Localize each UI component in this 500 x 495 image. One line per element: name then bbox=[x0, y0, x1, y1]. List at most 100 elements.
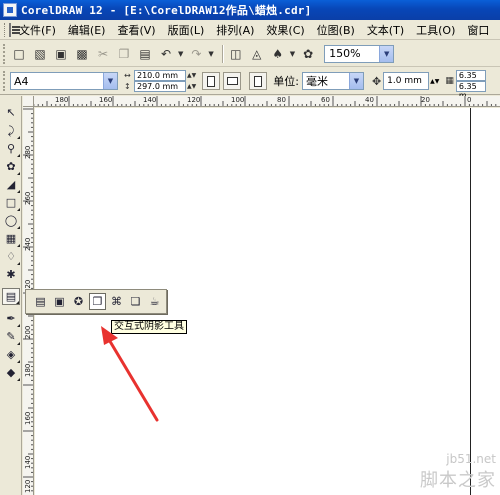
ruler-label-240: 240 bbox=[24, 237, 32, 251]
interactive-envelope-icon[interactable]: ⌘ bbox=[108, 293, 125, 310]
zoom-level-select[interactable]: 150% ▼ bbox=[324, 44, 395, 63]
menu-tools[interactable]: 工具(O) bbox=[416, 22, 455, 38]
standard-toolbar: □ ▧ ▣ ▩ ✂ ❐ ▤ ↶ ▼ ↷ ▼ ◫ ◬ ♠ ▼ ✿ 150% ▼ bbox=[0, 41, 500, 67]
property-bar: A4 ▼ ↔ 210.0 mm ▲▼ ↕ 297.0 mm ▲▼ 单位: 毫米 … bbox=[0, 68, 500, 100]
menu-effects[interactable]: 效果(C) bbox=[266, 22, 304, 38]
coreldraw-window: CorelDRAW 12 - [E:\CorelDRAW12作品\蜡烛.cdr]… bbox=[0, 0, 500, 495]
paper-type-value: A4 bbox=[14, 74, 29, 88]
pages-icon bbox=[254, 75, 263, 87]
nudge-distance-value: 1.0 mm bbox=[387, 76, 422, 86]
paper-height-field[interactable]: 297.0 mm bbox=[134, 81, 186, 92]
pick-tool-icon[interactable]: ↖ bbox=[2, 104, 20, 121]
height-icon: ↕ bbox=[124, 82, 131, 91]
coreldraw-app-icon[interactable] bbox=[3, 3, 17, 17]
ruler-label-80: 80 bbox=[277, 96, 286, 104]
chevron-down-icon[interactable]: ▼ bbox=[379, 45, 394, 62]
ruler-label-200: 200 bbox=[24, 325, 32, 339]
import-icon[interactable]: ◫ bbox=[227, 45, 245, 63]
duplicate-y-field[interactable]: 6.35 m bbox=[455, 81, 486, 100]
menu-bitmaps[interactable]: 位图(B) bbox=[317, 22, 355, 38]
undo-icon[interactable]: ↶ bbox=[157, 45, 175, 63]
width-icon: ↔ bbox=[124, 71, 131, 80]
print-icon[interactable]: ▩ bbox=[73, 45, 91, 63]
ruler-origin[interactable] bbox=[23, 96, 34, 107]
ruler-label-120: 120 bbox=[24, 479, 32, 493]
duplicate-x-field[interactable]: 6.35 m bbox=[455, 70, 486, 89]
portrait-button[interactable] bbox=[202, 72, 221, 90]
paste-icon[interactable]: ▤ bbox=[136, 45, 154, 63]
spin-arrows-icon[interactable]: ▲▼ bbox=[187, 83, 196, 90]
launcher-dropdown-icon[interactable]: ▼ bbox=[290, 50, 295, 58]
outline-tool-icon[interactable]: ✎ bbox=[2, 328, 20, 345]
duplicate-distance-fields: 6.35 m 6.35 m bbox=[455, 70, 486, 100]
zoom-tool-icon[interactable]: ⚲ bbox=[2, 140, 20, 157]
shape-tool-icon[interactable]: ⤸ bbox=[2, 122, 20, 139]
watermark: jb51.net 脚本之家 bbox=[420, 452, 496, 492]
landscape-button[interactable] bbox=[223, 72, 242, 90]
toolbar-grip[interactable] bbox=[3, 43, 7, 64]
ruler-label-20: 20 bbox=[421, 96, 430, 104]
menu-text[interactable]: 文本(T) bbox=[367, 22, 404, 38]
units-select[interactable]: 毫米 ▼ bbox=[301, 72, 364, 90]
document-menu-icon[interactable] bbox=[9, 22, 20, 37]
ruler-label-100: 100 bbox=[231, 96, 245, 104]
chevron-down-icon[interactable]: ▼ bbox=[348, 73, 363, 89]
menu-file[interactable]: 文件(F) bbox=[19, 22, 56, 38]
interactive-tools-flyout: ▤ ▣ ✪ ❐ ⌘ ❏ ☕ bbox=[25, 289, 167, 314]
cut-icon[interactable]: ✂ bbox=[94, 45, 112, 63]
spin-arrows-icon[interactable]: ▲▼ bbox=[187, 72, 196, 79]
menu-view[interactable]: 查看(V) bbox=[117, 22, 155, 38]
ruler-label-120: 120 bbox=[187, 96, 201, 104]
interactive-fill-tool-icon[interactable]: ◆ bbox=[2, 364, 20, 381]
eyedropper-tool-icon[interactable]: ✒ bbox=[2, 310, 20, 327]
undo-dropdown-icon[interactable]: ▼ bbox=[178, 50, 183, 58]
menu-window[interactable]: 窗口 bbox=[467, 22, 489, 38]
nudge-icon: ✥ bbox=[371, 74, 382, 88]
toolbar-separator bbox=[221, 44, 223, 63]
toolbox: ↖ ⤸ ⚲ ✿ ◢ □ ◯ ▦ ♢ ✱ ▤ ✒ ✎ ◈ ◆ bbox=[0, 96, 22, 495]
interactive-contour-icon[interactable]: ▣ bbox=[51, 293, 68, 310]
interactive-blend-tool-icon[interactable]: ▤ bbox=[2, 288, 20, 305]
copy-icon[interactable]: ❐ bbox=[115, 45, 133, 63]
ruler-label-140: 140 bbox=[24, 455, 32, 469]
interactive-transparency-icon[interactable]: ☕ bbox=[146, 293, 163, 310]
ruler-label-140: 140 bbox=[143, 96, 157, 104]
menu-edit[interactable]: 编辑(E) bbox=[68, 22, 106, 38]
ellipse-tool-icon[interactable]: ◯ bbox=[2, 212, 20, 229]
smart-fill-tool-icon[interactable]: ◢ bbox=[2, 176, 20, 193]
interactive-blend-icon[interactable]: ▤ bbox=[32, 293, 49, 310]
nudge-distance-field[interactable]: 1.0 mm bbox=[383, 72, 430, 90]
menubar-grip[interactable] bbox=[4, 22, 5, 37]
title-bar: CorelDRAW 12 - [E:\CorelDRAW12作品\蜡烛.cdr] bbox=[0, 0, 500, 20]
interactive-distortion-icon[interactable]: ✪ bbox=[70, 293, 87, 310]
ruler-label-260: 260 bbox=[24, 191, 32, 205]
open-icon[interactable]: ▧ bbox=[31, 45, 49, 63]
chevron-down-icon[interactable]: ▼ bbox=[103, 73, 117, 89]
page-border bbox=[470, 108, 471, 495]
menu-arrange[interactable]: 排列(A) bbox=[216, 22, 254, 38]
export-icon[interactable]: ◬ bbox=[248, 45, 266, 63]
text-tool-icon[interactable]: ✱ bbox=[2, 266, 20, 283]
redo-icon[interactable]: ↷ bbox=[187, 45, 205, 63]
menu-layout[interactable]: 版面(L) bbox=[168, 22, 205, 38]
all-pages-button[interactable] bbox=[249, 72, 268, 90]
property-bar-grip[interactable] bbox=[3, 71, 7, 91]
freehand-tool-icon[interactable]: ✿ bbox=[2, 158, 20, 175]
launcher-icon[interactable]: ♠ bbox=[269, 45, 287, 63]
ruler-label-40: 40 bbox=[365, 96, 374, 104]
interactive-drop-shadow-icon[interactable]: ❐ bbox=[89, 293, 106, 310]
spin-arrows-icon[interactable]: ▲▼ bbox=[430, 78, 439, 85]
interactive-extrude-icon[interactable]: ❏ bbox=[127, 293, 144, 310]
horizontal-ruler[interactable]: 180 160 140 120 100 80 60 40 20 0 bbox=[23, 96, 500, 107]
corel-online-icon[interactable]: ✿ bbox=[299, 45, 317, 63]
paper-width-field[interactable]: 210.0 mm bbox=[134, 70, 186, 81]
new-icon[interactable]: □ bbox=[10, 45, 28, 63]
rectangle-tool-icon[interactable]: □ bbox=[2, 194, 20, 211]
ruler-label-280: 280 bbox=[24, 145, 32, 159]
save-icon[interactable]: ▣ bbox=[52, 45, 70, 63]
basic-shapes-tool-icon[interactable]: ♢ bbox=[2, 248, 20, 265]
fill-tool-icon[interactable]: ◈ bbox=[2, 346, 20, 363]
paper-type-select[interactable]: A4 ▼ bbox=[10, 72, 118, 90]
redo-dropdown-icon[interactable]: ▼ bbox=[208, 50, 213, 58]
polygon-tool-icon[interactable]: ▦ bbox=[2, 230, 20, 247]
